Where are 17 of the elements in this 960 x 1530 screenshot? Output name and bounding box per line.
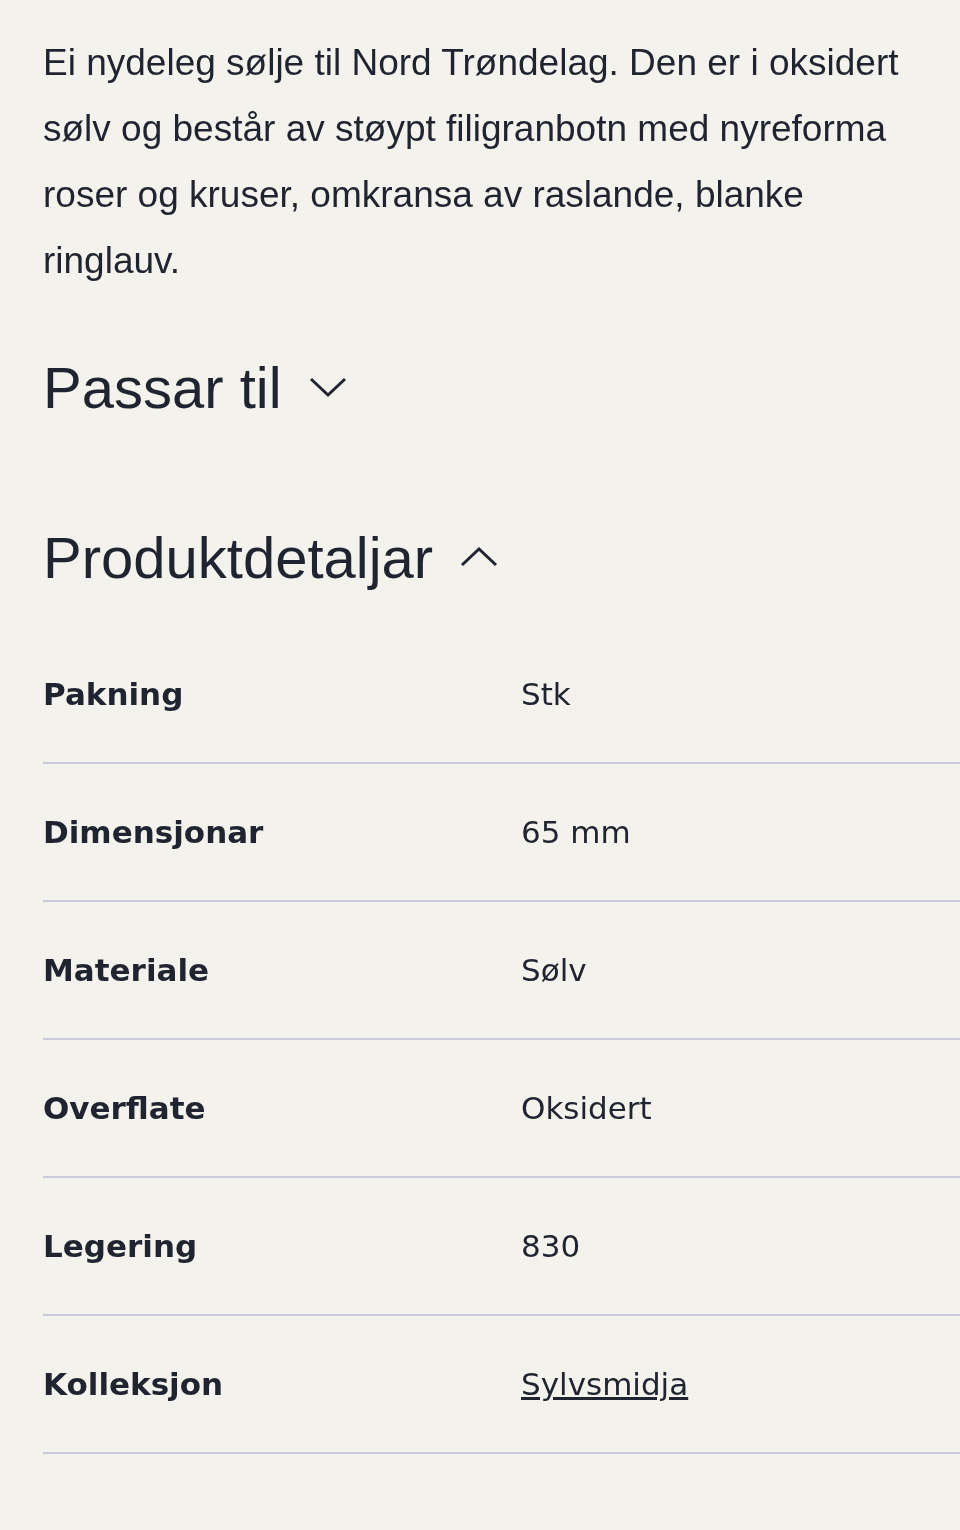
product-description: Ei nydeleg sølje til Nord Trøndelag. Den er i oksidert sølv og består av støypt filigranbotn med nyreforma roser og kruser, omkransa av raslande, blanke ringlauv. [43, 41, 900, 283]
detail-value: Stk [521, 676, 571, 712]
detail-label: Overflate [43, 1090, 207, 1126]
detail-value: Oksidert [521, 1090, 652, 1126]
chevron-up-icon[interactable] [459, 545, 500, 569]
chevron-down-icon[interactable] [307, 375, 348, 399]
detail-label: Kolleksjon [43, 1366, 225, 1402]
section-heading[interactable]: Produktdetaljar [43, 523, 434, 591]
detail-value: 65 mm [521, 814, 631, 850]
detail-label: Legering [43, 1228, 199, 1264]
detail-value: 830 [521, 1228, 581, 1264]
collection-link[interactable]: Sylvsmidja [521, 1366, 689, 1402]
detail-label: Materiale [43, 952, 211, 988]
detail-label: Dimensjonar [43, 814, 265, 850]
section-heading[interactable]: Passar til [43, 353, 282, 421]
detail-value: Sølv [521, 952, 587, 988]
detail-label: Pakning [43, 676, 185, 712]
